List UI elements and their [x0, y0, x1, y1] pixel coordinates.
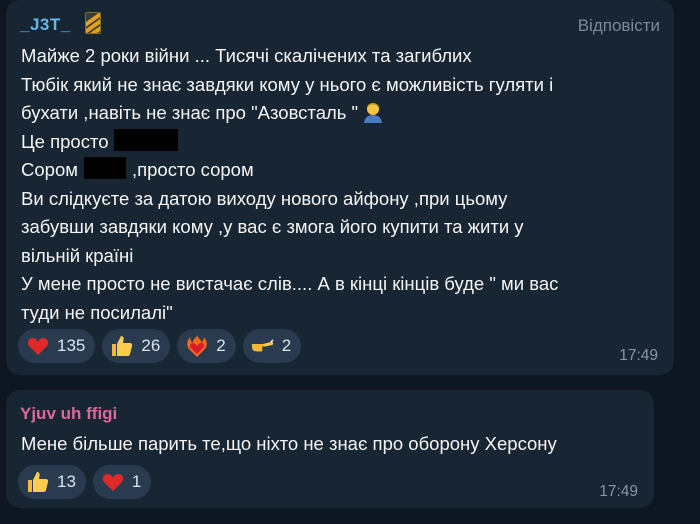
message-line: вільній країні [21, 244, 134, 266]
reaction-heart-on-fire[interactable]: 2 [177, 329, 236, 363]
message-bubble[interactable]: Yjuv uh ffigi Мене більше парить те,що н… [6, 390, 654, 508]
reactions-bar: 135 26 2 2 [18, 329, 302, 363]
reaction-count: 2 [281, 336, 292, 355]
user-badge-icon [85, 12, 101, 34]
censor-block [83, 157, 126, 179]
person-emoji-icon [362, 101, 384, 123]
heart-icon [27, 338, 49, 355]
reaction-thumbs-up[interactable]: 26 [102, 329, 171, 363]
reactions-bar: 13 1 [18, 465, 152, 499]
message-author[interactable]: Yjuv uh ffigi [20, 404, 117, 424]
reaction-count: 1 [131, 472, 142, 491]
censor-block [113, 128, 178, 151]
reaction-thumbs-up[interactable]: 13 [18, 465, 86, 499]
message-line-text: Це просто [21, 130, 109, 152]
thumbs-up-icon [112, 336, 133, 356]
message-bubble[interactable]: _J3T_ Відповісти Майже 2 роки війни ... … [6, 0, 674, 375]
thumbs-up-icon [28, 472, 49, 492]
message-line: туди не посилалі" [21, 301, 173, 323]
message-line-text: Сором [21, 159, 78, 180]
reaction-count: 26 [141, 336, 161, 355]
reaction-count: 2 [216, 336, 226, 355]
message-author[interactable]: _J3T_ [20, 15, 71, 35]
reply-button[interactable]: Відповісти [578, 16, 660, 36]
message-line: Ви слідкуєте за датою виходу нового айфо… [21, 187, 508, 209]
reaction-heart[interactable]: 135 [18, 329, 96, 363]
message-text: Мене більше парить те,що ніхто не знає п… [21, 430, 640, 459]
message-line: Мене більше парить те,що ніхто не знає п… [21, 433, 557, 454]
reaction-pointing-hand[interactable]: 2 [242, 329, 302, 363]
heart-on-fire-icon [187, 335, 208, 357]
heart-icon [102, 474, 123, 491]
message-line-text: ,просто сором [131, 159, 254, 180]
message-text: Майже 2 роки війни ... Тисячі скалічених… [21, 42, 660, 327]
message-line: Майже 2 роки війни ... Тисячі скалічених… [21, 45, 472, 66]
message-line: Сором ,просто сором [21, 156, 660, 185]
message-timestamp: 17:49 [619, 347, 658, 364]
reaction-count: 13 [57, 472, 76, 491]
reaction-count: 135 [57, 336, 86, 355]
message-line: У мене просто не вистачає слів.... А в к… [21, 273, 559, 294]
message-line-text: бухати ,навіть не знає про "Азовсталь " [21, 102, 359, 123]
message-line: Це просто [21, 128, 660, 157]
message-line: бухати ,навіть не знає про "Азовсталь " [21, 99, 660, 128]
reaction-heart[interactable]: 1 [92, 465, 152, 499]
message-line: Тюбік який не знає завдяки кому у нього … [21, 73, 554, 95]
message-timestamp: 17:49 [599, 483, 638, 500]
pointing-hand-icon [251, 339, 274, 352]
message-line: забувши завдяки кому ,у вас є змога його… [21, 216, 524, 237]
